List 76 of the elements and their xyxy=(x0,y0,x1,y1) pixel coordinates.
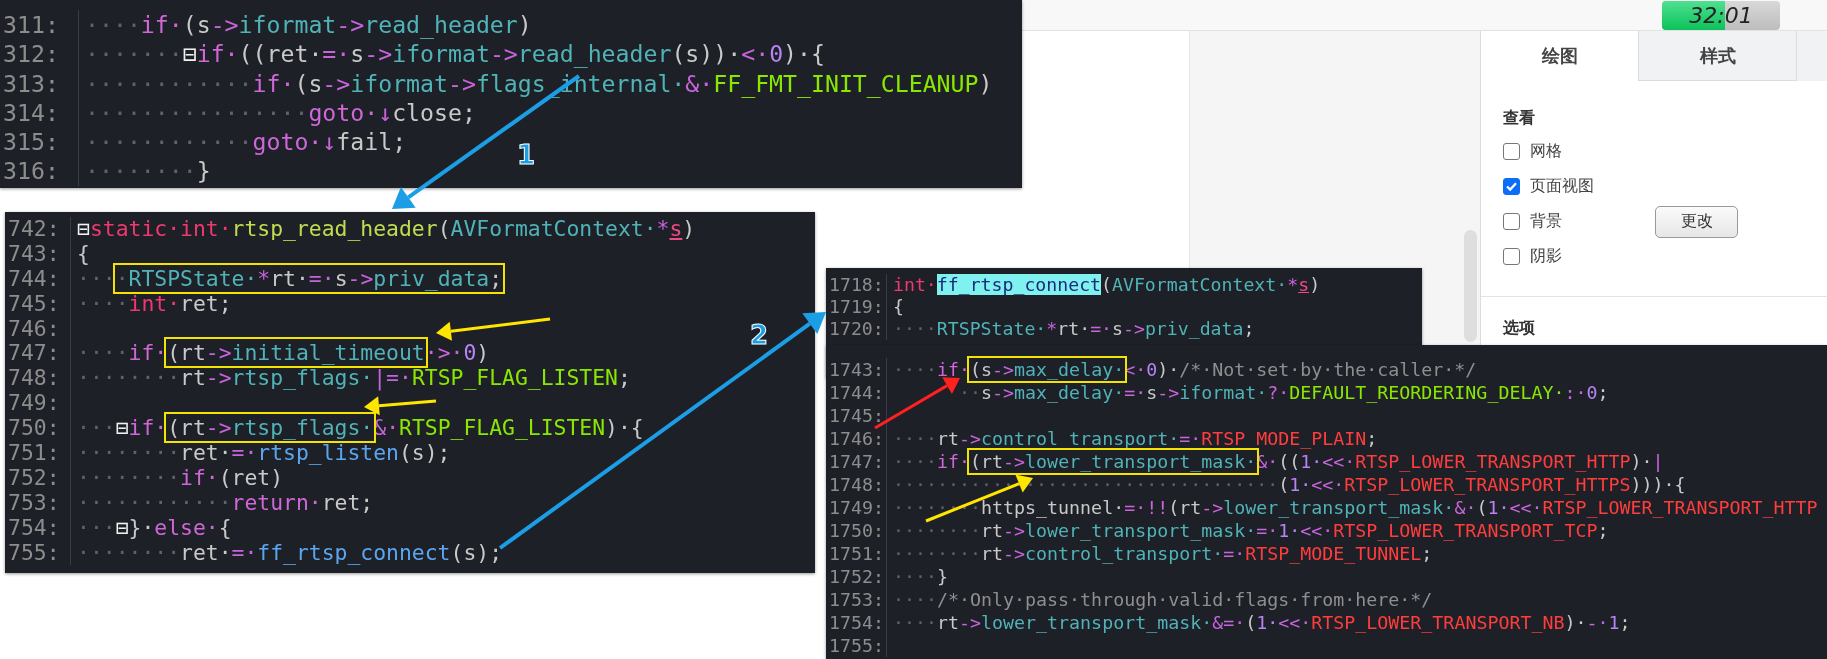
code-line: ············return·ret; xyxy=(76,490,374,516)
line-number: 753: xyxy=(5,490,71,516)
section-title: 选项 xyxy=(1503,318,1536,338)
line-number: 754: xyxy=(5,515,71,541)
code-line: ⊟static·int·rtsp_read_header(AVFormatContext·*s) xyxy=(76,217,696,242)
line-number: 748: xyxy=(5,366,71,392)
code-line: ········ret·=·rtsp_listen(s); xyxy=(76,441,451,466)
line-number: 1746: xyxy=(826,427,887,450)
line-number: 742: xyxy=(5,217,71,242)
option-label: 阴影 xyxy=(1530,246,1563,267)
change-button[interactable]: 更改 xyxy=(1655,205,1738,238)
code-line: ····int·ret; xyxy=(76,291,232,317)
code-line: ········} xyxy=(84,156,211,186)
code-line: ········rt->control_transport·=·RTSP_MODE_TUNNEL; xyxy=(892,542,1433,565)
line-number: 1747: xyxy=(826,450,887,473)
checkbox[interactable] xyxy=(1503,178,1520,195)
option-label: 背景 xyxy=(1530,211,1563,232)
line-number: 1754: xyxy=(826,611,887,634)
line-number: 746: xyxy=(5,316,71,342)
code-line: ····} xyxy=(892,565,949,588)
option-label: 页面视图 xyxy=(1530,176,1595,197)
code-line: ············goto·↓fail; xyxy=(84,127,407,157)
code-line: ····RTSPState·*rt·=·s->priv_data; xyxy=(71,266,503,292)
line-number: 745: xyxy=(5,291,71,317)
code-line: ····rt->lower_transport_mask·&=·(1·<<·RTSP_LOWER_TRANSPORT_NB)·-·1; xyxy=(892,611,1631,634)
tab[interactable]: 绘图 xyxy=(1481,31,1638,81)
section-title: 查看 xyxy=(1503,108,1536,128)
code-line: ········if·(ret) xyxy=(76,465,284,491)
line-number: 315: xyxy=(0,127,79,157)
line-number: 312: xyxy=(0,39,79,69)
line-number: 1748: xyxy=(826,473,887,496)
line-number: 744: xyxy=(5,266,71,292)
step-number: 2 xyxy=(749,320,769,350)
code-line: ········ret·=·ff_rtsp_connect(s); xyxy=(76,540,502,566)
checkbox[interactable] xyxy=(1503,213,1520,230)
line-number: 1749: xyxy=(826,496,887,519)
code-line: ········rt->rtsp_flags·|=·RTSP_FLAG_LISTEN; xyxy=(76,366,631,392)
code-line: ····RTSPState·*rt·=·s->priv_data; xyxy=(892,318,1255,340)
code-line: { xyxy=(892,296,904,318)
code-line: ····if·(s->iformat->read_header) xyxy=(84,10,532,40)
line-number: 1752: xyxy=(826,565,887,588)
line-number: 1719: xyxy=(826,296,887,318)
code-line: ····rt->control_transport·=·RTSP_MODE_PLAIN; xyxy=(892,427,1378,450)
code-line: { xyxy=(76,241,90,267)
line-number: 1718: xyxy=(826,274,887,296)
line-number: 1750: xyxy=(826,519,887,542)
tab[interactable]: 样式 xyxy=(1638,31,1797,81)
line-number: 314: xyxy=(0,97,79,128)
code-line: ········rt->lower_transport_mask·=·1·<<·RTSP_LOWER_TRANSPORT_TCP; xyxy=(892,519,1609,542)
line-number: 750: xyxy=(5,416,71,441)
line-number: 1751: xyxy=(826,542,887,565)
line-number: 747: xyxy=(5,341,71,367)
line-number: 311: xyxy=(0,10,79,40)
step-number: 1 xyxy=(516,140,536,170)
code-line: ···⊟}·else·{ xyxy=(76,515,232,541)
checkbox[interactable] xyxy=(1503,143,1520,160)
line-number: 751: xyxy=(5,441,71,466)
code-line: ····/*·Only·pass·through·valid·flags·from·here·*/ xyxy=(892,588,1433,611)
option-label: 网格 xyxy=(1530,141,1563,162)
line-number: 1753: xyxy=(826,588,887,611)
line-number: 1720: xyxy=(826,318,887,340)
line-number: 313: xyxy=(0,68,79,98)
line-number: 743: xyxy=(5,241,71,267)
line-number: 316: xyxy=(0,156,79,186)
line-number: 1745: xyxy=(826,404,887,427)
line-number: 1743: xyxy=(826,358,887,381)
code-line: ················goto·↓close; xyxy=(84,97,476,128)
code-line: ·······⊟if·((ret·=·s->iformat->read_header(s))·<·0)·{ xyxy=(84,39,825,69)
code-line: int·ff_rtsp_connect(AVFormatContext·*s) xyxy=(892,274,1321,296)
line-number: 749: xyxy=(5,391,71,417)
line-number: 755: xyxy=(5,540,71,566)
line-number: 752: xyxy=(5,465,71,491)
code-line: ··s->max_delay·=·s->iformat·?·DEFAULT_REORDERING_DELAY·:·0; xyxy=(958,381,1609,404)
line-number: 1755: xyxy=(826,634,887,657)
checkbox[interactable] xyxy=(1503,248,1520,265)
line-number: 1744: xyxy=(826,381,887,404)
